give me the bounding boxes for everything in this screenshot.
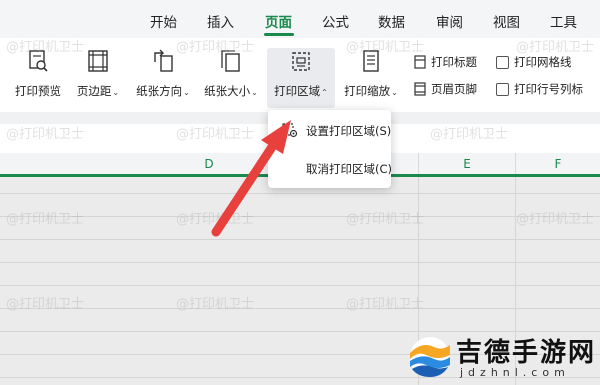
logo-domain: jdzhnl.com xyxy=(460,366,570,379)
logo-name: 吉德手游网 xyxy=(456,338,597,368)
logo-wave-icon xyxy=(410,337,450,377)
site-logo: 吉德手游网 jdzhnl.com xyxy=(404,329,598,385)
annotation-arrow-icon xyxy=(211,120,291,237)
